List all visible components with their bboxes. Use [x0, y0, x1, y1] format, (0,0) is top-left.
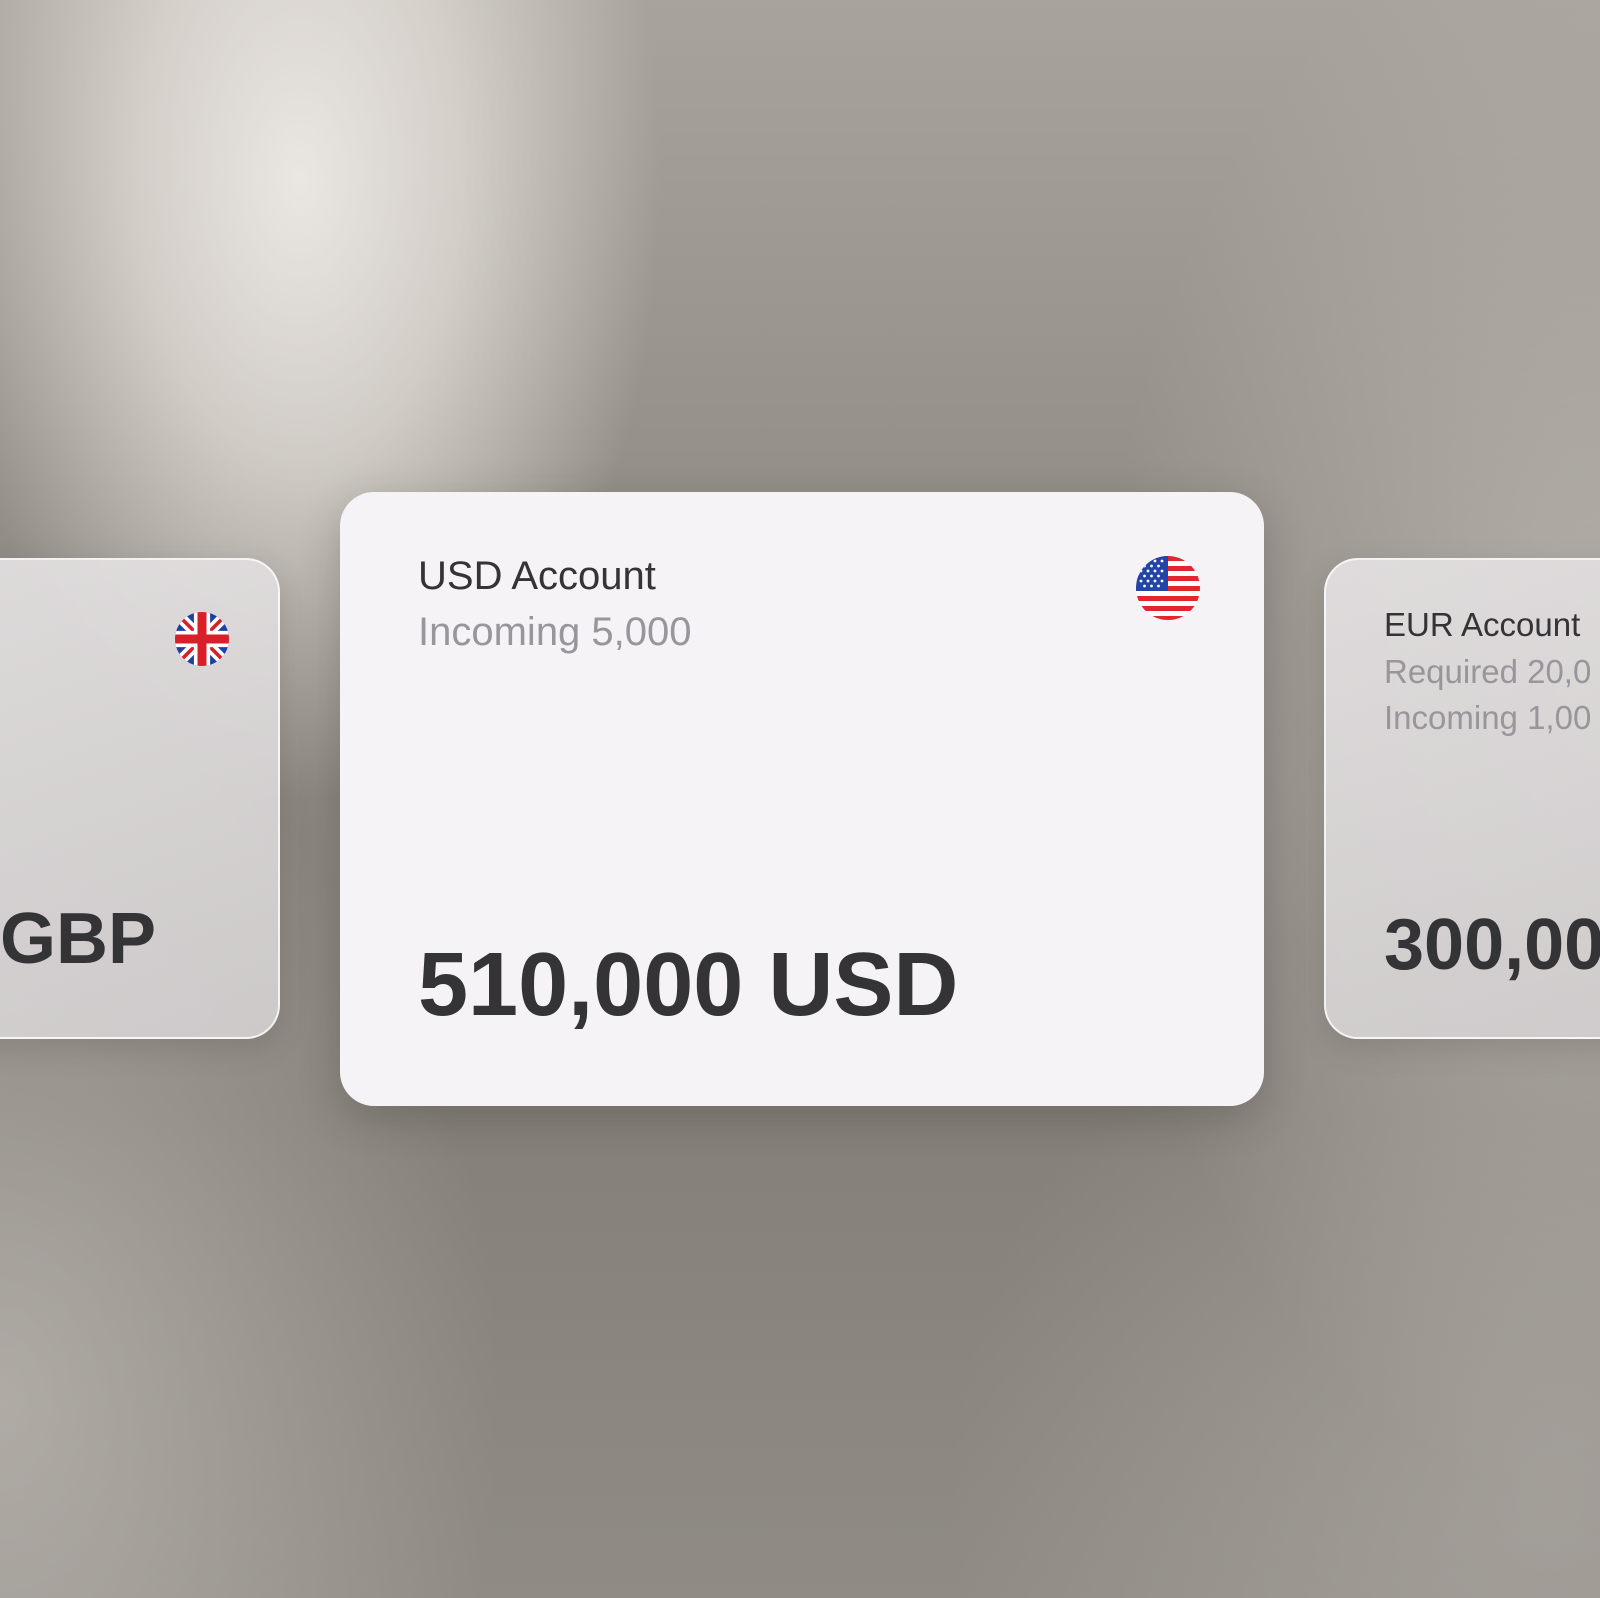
eur-balance: 300,00 [1384, 905, 1600, 985]
gbp-account-card[interactable]: GBP [0, 558, 280, 1039]
eur-incoming-amount: Incoming 1,00 [1384, 699, 1592, 736]
usd-account-card[interactable]: USD Account Incoming 5,000 510,000 USD [340, 492, 1264, 1106]
gbp-balance: GBP [0, 899, 157, 979]
eur-account-card[interactable]: EUR Account Required 20,0 Incoming 1,00 … [1324, 558, 1600, 1039]
usd-account-title: USD Account [418, 554, 656, 598]
eur-account-title: EUR Account [1384, 606, 1581, 643]
uk-flag-icon [175, 612, 229, 666]
usd-incoming-amount: Incoming 5,000 [418, 610, 692, 654]
usd-balance: 510,000 USD [418, 935, 959, 1035]
eur-card-content: EUR Account Required 20,0 Incoming 1,00 … [1326, 560, 1600, 1037]
us-flag-icon [1136, 556, 1200, 620]
eur-required-amount: Required 20,0 [1384, 653, 1592, 690]
